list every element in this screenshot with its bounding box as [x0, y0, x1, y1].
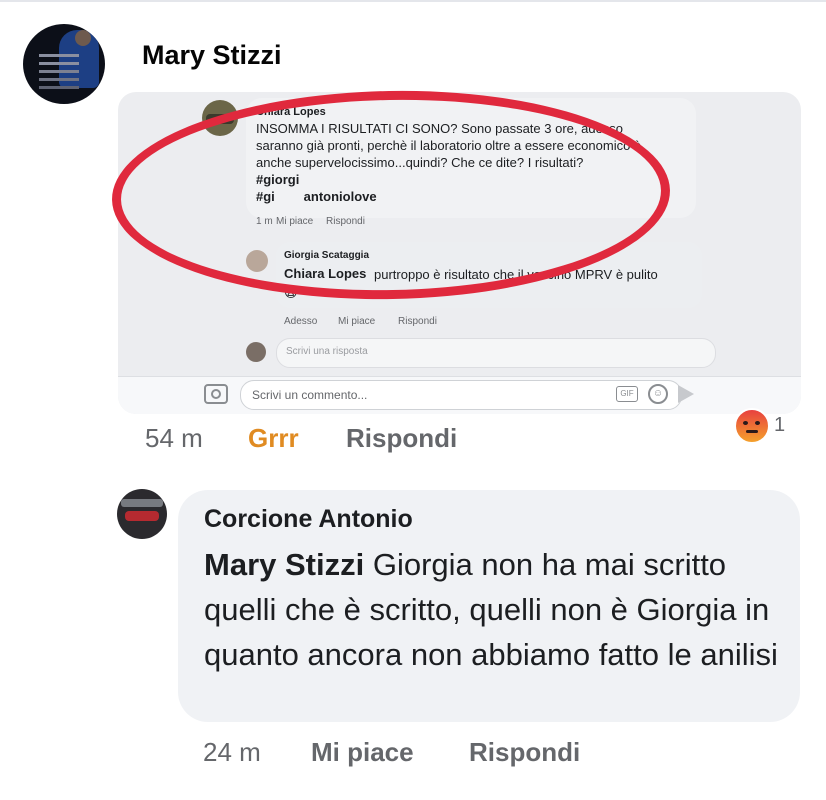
- avatar[interactable]: [117, 489, 167, 539]
- comment-text: Mary Stizzi Giorgia non ha mai scritto q…: [204, 542, 784, 677]
- top-divider: [0, 0, 826, 2]
- send-icon: [678, 385, 694, 403]
- comment-author-name[interactable]: Corcione Antonio: [204, 505, 413, 534]
- reply-time: Adesso: [284, 316, 318, 327]
- post-author-name[interactable]: Mary Stizzi: [142, 40, 282, 71]
- angry-emoji-icon: [734, 408, 770, 444]
- reply-button[interactable]: Rispondi: [469, 737, 580, 768]
- grrr-reaction-button[interactable]: Grrr: [248, 423, 299, 454]
- avatar-text-lines: [39, 54, 79, 57]
- reply-placeholder: Scrivi una risposta: [286, 346, 368, 357]
- avatar[interactable]: [23, 24, 105, 104]
- camera-icon: [204, 384, 228, 404]
- reaction-count: 1: [774, 414, 786, 436]
- comment-placeholder: Scrivi un commento...: [252, 388, 368, 402]
- like-button[interactable]: Mi piace: [311, 737, 414, 768]
- reply-like: Mi piace: [338, 316, 376, 327]
- gif-icon: GIF: [616, 386, 638, 402]
- emoji-icon: ☺: [648, 384, 668, 404]
- post-time[interactable]: 54 m: [145, 423, 203, 454]
- reply-input-avatar: [246, 342, 266, 362]
- avatar-head: [75, 30, 91, 46]
- reply-button[interactable]: Rispondi: [346, 423, 457, 454]
- reply-reply: Rispondi: [398, 316, 437, 327]
- mention-link[interactable]: Mary Stizzi: [204, 547, 364, 582]
- comment-time[interactable]: 24 m: [203, 737, 261, 768]
